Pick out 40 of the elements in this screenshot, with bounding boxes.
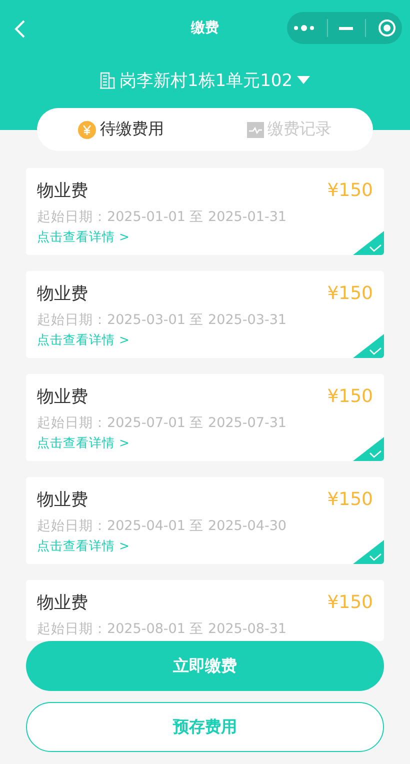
bill-card[interactable]: 物业费 ¥150 起始日期：2025-04-01 至 2025-04-30 点击查看详情 > (26, 477, 384, 564)
minimize-icon[interactable] (339, 26, 354, 30)
calendar-chart-icon (246, 121, 264, 138)
pay-now-button[interactable]: 立即缴费 (26, 641, 384, 691)
details-link[interactable]: 点击查看详情 > (37, 538, 130, 555)
details-link[interactable]: 点击查看详情 > (37, 229, 130, 246)
building-icon (100, 72, 116, 88)
bill-name: 物业费 (37, 592, 88, 614)
bill-amount: ¥150 (327, 386, 373, 406)
bill-card[interactable]: 物业费 ¥150 起始日期：2025-08-01 至 2025-08-31 (26, 580, 384, 641)
bill-amount: ¥150 (327, 592, 373, 612)
bill-period: 起始日期：2025-04-01 至 2025-04-30 (37, 517, 288, 535)
address-selector[interactable]: 岗李新村1栋1单元102 (119, 68, 293, 92)
bill-name: 物业费 (37, 488, 88, 510)
bill-period: 起始日期：2025-03-01 至 2025-03-31 (37, 311, 288, 329)
bill-name: 物业费 (37, 180, 88, 202)
bill-card[interactable]: 物业费 ¥150 起始日期：2025-03-01 至 2025-03-31 点击查看详情 > (26, 271, 384, 358)
yen-coin-icon (78, 120, 96, 138)
bill-period: 起始日期：2025-01-01 至 2025-01-31 (37, 208, 288, 226)
page-title: 缴费 (190, 19, 220, 37)
bill-amount: ¥150 (327, 282, 373, 304)
bill-name: 物业费 (37, 282, 88, 304)
details-link[interactable]: 点击查看详情 > (37, 435, 130, 452)
prepay-button[interactable]: 预存费用 (26, 702, 384, 752)
close-icon[interactable] (378, 19, 396, 37)
selected-check-icon[interactable] (353, 231, 384, 255)
bill-card[interactable]: 物业费 ¥150 起始日期：2025-07-01 至 2025-07-31 点击查看详情 > (26, 374, 384, 461)
dropdown-icon[interactable] (296, 76, 310, 84)
bill-period: 起始日期：2025-07-01 至 2025-07-31 (37, 414, 288, 432)
bill-amount: ¥150 (327, 488, 373, 510)
bill-card[interactable]: 物业费 ¥150 起始日期：2025-01-01 至 2025-01-31 点击查看详情 > (26, 168, 384, 255)
more-icon[interactable] (292, 24, 315, 32)
details-link[interactable]: 点击查看详情 > (37, 332, 130, 349)
bill-name: 物业费 (37, 386, 88, 408)
tab[interactable]: 待缴费用 (37, 108, 205, 151)
selected-check-icon[interactable] (353, 437, 384, 461)
bill-amount: ¥150 (327, 180, 373, 200)
selected-check-icon[interactable] (353, 334, 384, 358)
bill-period: 起始日期：2025-08-01 至 2025-08-31 (37, 620, 288, 638)
selected-check-icon[interactable] (353, 540, 384, 564)
